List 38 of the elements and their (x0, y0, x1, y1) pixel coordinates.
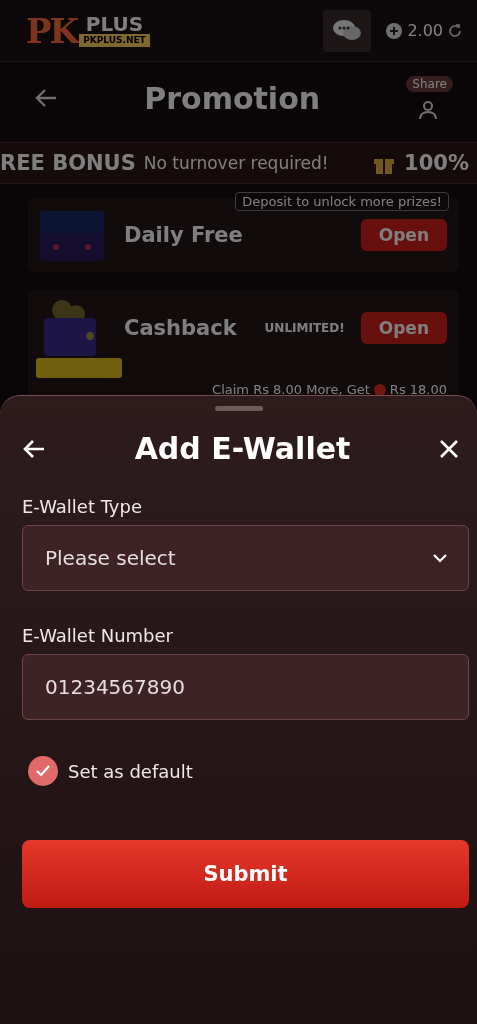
reward-text: Rs 18.00 (389, 382, 447, 397)
checkbox[interactable] (28, 756, 58, 786)
input-field[interactable]: 01234567890 (22, 654, 469, 720)
field-label: E-Wallet Number (22, 625, 174, 646)
select-placeholder: Please select (45, 546, 176, 570)
drag-handle[interactable] (214, 406, 263, 411)
field-label: E-Wallet Type (22, 496, 143, 517)
submit-button[interactable]: Submit (22, 840, 469, 908)
page-title: Promotion (144, 80, 321, 116)
chat-button[interactable] (323, 9, 372, 52)
add-icon[interactable] (385, 21, 404, 40)
select-field[interactable]: Please select (22, 525, 469, 591)
logo-domain: PKPLUS.NET (79, 34, 150, 47)
banner-percent: 100% (404, 151, 469, 175)
claim-text: Claim Rs 8.00 More, Get (212, 382, 370, 397)
check-icon (36, 765, 50, 777)
promotion-tag: UNLIMITED! (264, 321, 345, 335)
promotion-title: Cashback (124, 316, 238, 340)
share-badge[interactable]: Share (406, 76, 453, 92)
balance: 2.00 (407, 21, 443, 40)
logo-word: PLUS (85, 14, 144, 35)
back-icon (22, 438, 46, 459)
close-button[interactable] (439, 438, 459, 459)
close-icon (439, 438, 459, 459)
open-button[interactable]: Open (360, 219, 447, 251)
promotion-note: Deposit to unlock more prizes! (235, 192, 449, 211)
open-button[interactable]: Open (360, 312, 447, 344)
refresh-icon[interactable] (447, 22, 463, 39)
checkbox-label: Set as default (68, 760, 193, 782)
banner-text: No turnover required! (143, 153, 330, 173)
back-button[interactable] (22, 438, 46, 459)
coin-icon (373, 383, 386, 396)
logo-mark: PK (26, 10, 78, 51)
sheet-title: Add E-Wallet (134, 431, 351, 466)
back-icon[interactable] (34, 88, 58, 108)
promotion-title: Daily Free (124, 223, 244, 247)
chevron-down-icon (432, 553, 448, 563)
banner-headline: REE BONUS (0, 151, 136, 175)
